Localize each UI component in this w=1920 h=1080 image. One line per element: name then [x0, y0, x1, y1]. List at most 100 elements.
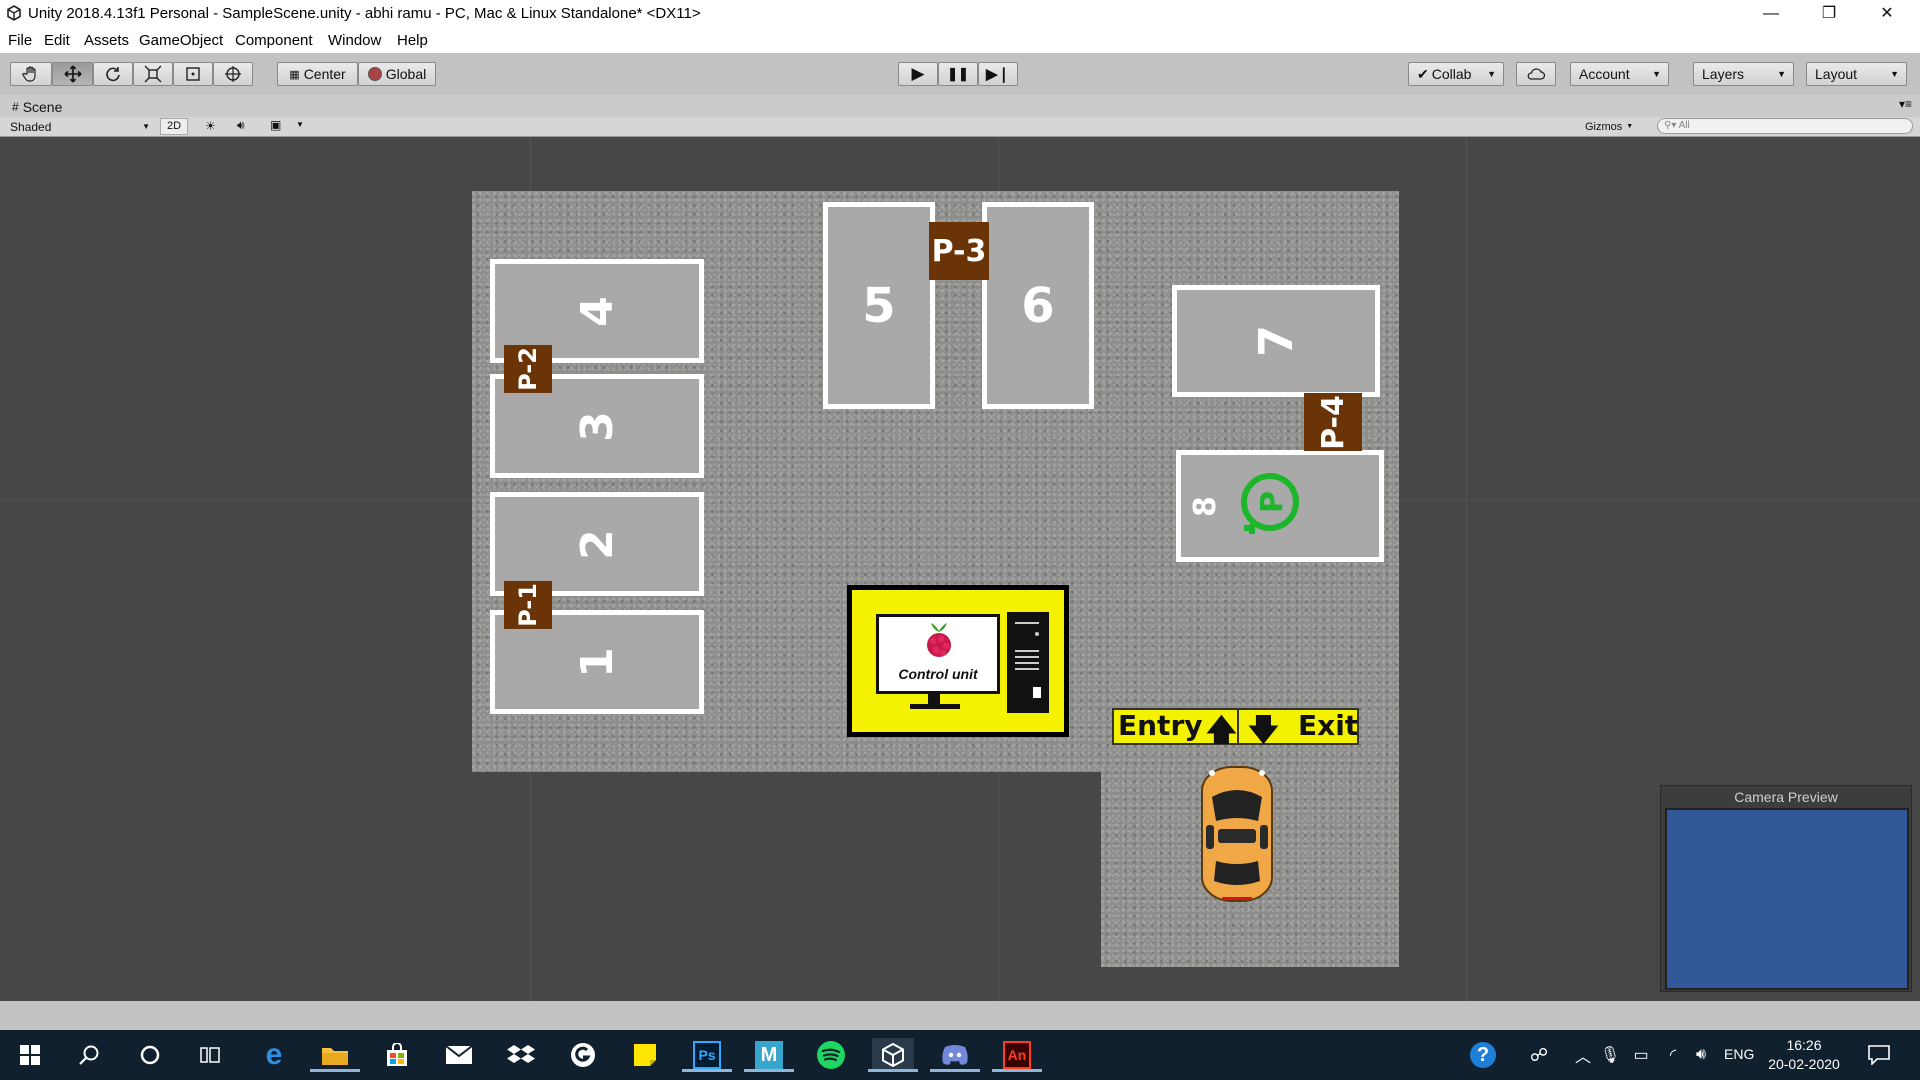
minimize-button[interactable]: — — [1742, 0, 1800, 28]
step-button[interactable]: ▶❘ — [978, 62, 1018, 86]
monitor: Control unit — [876, 614, 1000, 694]
account-dropdown[interactable]: Account ▼ — [1570, 62, 1669, 86]
play-icon: ▶ — [911, 64, 925, 83]
main-toolbar: ▦ Center Global ▶ ❚❚ ▶❘ ✔ Collab ▼ Accou… — [0, 53, 1920, 96]
scale-tool-button[interactable] — [133, 62, 173, 86]
menu-file[interactable]: File — [8, 32, 32, 49]
chevron-down-icon: ▼ — [1487, 69, 1496, 79]
control-unit-label: Control unit — [898, 666, 978, 682]
label-text: P-3 — [931, 233, 987, 269]
scene-tab-bar: # Scene ▾≡ — [0, 95, 1920, 117]
maya-icon[interactable]: M — [744, 1038, 794, 1072]
monitor-base — [910, 704, 960, 709]
spotify-icon[interactable] — [814, 1038, 848, 1072]
camera-preview-panel: Camera Preview — [1660, 785, 1912, 992]
hand-tool-button[interactable] — [10, 62, 52, 86]
lighting-icon[interactable]: ☀ — [205, 119, 216, 133]
rect-tool-button[interactable] — [173, 62, 213, 86]
start-button[interactable] — [13, 1038, 47, 1072]
audio-icon[interactable]: 🔊︎ — [237, 118, 245, 133]
space-global-button[interactable]: Global — [358, 62, 436, 86]
slot-number: 4 — [571, 295, 623, 327]
slot-number: 3 — [571, 410, 623, 442]
rect-icon — [186, 67, 200, 81]
move-tool-button[interactable] — [52, 62, 93, 86]
collab-dropdown[interactable]: ✔ Collab ▼ — [1408, 62, 1504, 86]
exit-label: Exit — [1298, 709, 1359, 742]
rotate-icon — [106, 67, 120, 82]
chevron-down-icon[interactable]: ▼ — [296, 120, 304, 129]
search-button[interactable] — [72, 1038, 106, 1072]
play-button[interactable]: ▶ — [898, 62, 938, 86]
edge-icon[interactable]: e — [257, 1038, 291, 1072]
animate-icon[interactable]: An — [992, 1038, 1042, 1072]
parking-slot-6: 6 — [982, 202, 1094, 409]
close-button[interactable]: ✕ — [1858, 0, 1916, 28]
slot-number: 5 — [862, 277, 896, 334]
task-view-button[interactable] — [193, 1038, 227, 1072]
restore-button[interactable]: ❐ — [1800, 0, 1858, 28]
slot-number: 1 — [571, 646, 623, 678]
file-explorer-icon[interactable] — [310, 1038, 360, 1072]
help-icon[interactable]: ? — [1466, 1038, 1500, 1072]
parking-label-p4: P-4 — [1304, 393, 1362, 451]
search-placeholder: All — [1678, 120, 1690, 131]
sticky-notes-icon[interactable] — [628, 1038, 662, 1072]
scene-options-bar: Shaded ▼ 2D ☀ 🔊︎ ▣ ▼ Gizmos ▼ ⚲▾ All — [0, 117, 1920, 137]
volume-icon[interactable]: 🔊︎ — [1684, 1038, 1718, 1072]
menu-window[interactable]: Window — [328, 32, 381, 49]
photoshop-label: Ps — [693, 1041, 721, 1069]
gizmos-label: Gizmos — [1585, 120, 1623, 133]
pivot-center-button[interactable]: ▦ Center — [277, 62, 358, 86]
charger-letter: P — [1255, 491, 1290, 513]
image-effects-icon[interactable]: ▣ — [270, 118, 281, 132]
transform-icon — [225, 66, 241, 82]
action-center-icon[interactable] — [1862, 1038, 1896, 1072]
battery-icon[interactable]: ▭ — [1624, 1038, 1658, 1072]
scene-tab[interactable]: # Scene — [8, 97, 72, 117]
scene-search-input[interactable]: ⚲▾ All — [1657, 118, 1913, 134]
scene-viewport[interactable]: 4 3 2 1 5 6 7 8 P P-2 P-1 P-3 P-4 Contro… — [0, 137, 1920, 1001]
unity-taskbar-icon[interactable] — [868, 1038, 918, 1072]
layout-dropdown[interactable]: Layout ▼ — [1806, 62, 1907, 86]
cloud-button[interactable] — [1516, 62, 1556, 86]
microphone-icon[interactable]: 🎙︎ — [1593, 1038, 1627, 1072]
menu-assets[interactable]: Assets — [84, 32, 129, 49]
mail-icon[interactable] — [442, 1038, 476, 1072]
pc-tower — [1007, 612, 1049, 713]
entry-label: Entry — [1118, 709, 1203, 742]
transform-tool-button[interactable] — [213, 62, 253, 86]
entry-exit-sign: Entry 🡅 🡇 Exit — [1112, 708, 1359, 748]
search-icon: ⚲▾ — [1664, 120, 1677, 131]
cortana-button[interactable] — [133, 1038, 167, 1072]
menu-gameobject[interactable]: GameObject — [139, 32, 223, 49]
cortana-icon — [140, 1045, 160, 1065]
people-icon[interactable]: ☍ — [1522, 1038, 1556, 1072]
tab-menu-icon[interactable]: ▾≡ — [1899, 97, 1912, 111]
menu-bar: File Edit Assets GameObject Component Wi… — [0, 28, 1920, 53]
pause-icon: ❚❚ — [947, 66, 969, 81]
windows-icon — [20, 1045, 40, 1065]
menu-component[interactable]: Component — [235, 32, 313, 49]
clock[interactable]: 16:26 20-02-2020 — [1768, 1036, 1840, 1074]
slot-number: 2 — [571, 528, 623, 560]
language-indicator[interactable]: ENG — [1724, 1046, 1754, 1062]
store-icon[interactable] — [380, 1038, 414, 1072]
space-label: Global — [385, 66, 427, 82]
rotate-tool-button[interactable] — [93, 62, 133, 86]
gizmos-dropdown[interactable]: Gizmos ▼ — [1585, 118, 1633, 135]
pause-button[interactable]: ❚❚ — [938, 62, 978, 86]
pivot-label: Center — [303, 66, 346, 82]
maya-label: M — [755, 1041, 783, 1069]
hand-icon — [22, 66, 36, 82]
layers-dropdown[interactable]: Layers ▼ — [1693, 62, 1794, 86]
menu-help[interactable]: Help — [397, 32, 428, 49]
shading-dropdown[interactable]: Shaded ▼ — [4, 118, 154, 135]
chevron-down-icon: ▼ — [1777, 69, 1786, 79]
menu-edit[interactable]: Edit — [44, 32, 70, 49]
discord-icon[interactable] — [930, 1038, 980, 1072]
dropbox-icon[interactable] — [504, 1038, 538, 1072]
photoshop-icon[interactable]: Ps — [682, 1038, 732, 1072]
2d-toggle[interactable]: 2D — [160, 118, 188, 135]
logitech-icon[interactable] — [566, 1038, 600, 1072]
